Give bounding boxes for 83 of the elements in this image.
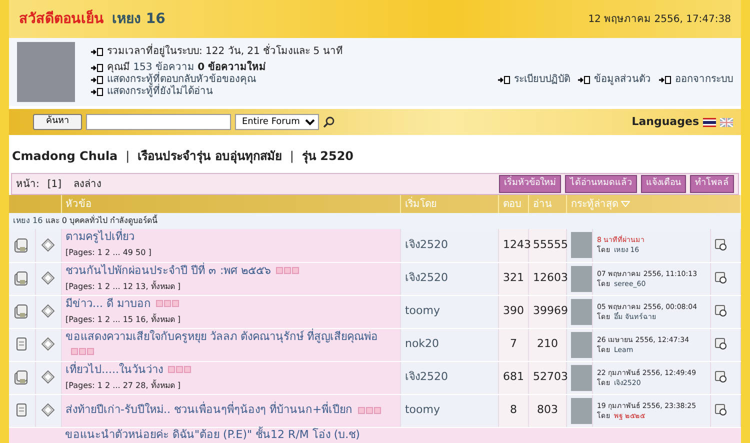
reply-count: 8 bbox=[510, 403, 517, 416]
separator-text: | bbox=[290, 148, 294, 165]
arrow-page-icon bbox=[659, 76, 671, 84]
view-count: 39969 bbox=[532, 304, 568, 318]
forum-button[interactable]: แจ้งเตือน bbox=[641, 175, 686, 193]
go-to-post-icon bbox=[714, 305, 727, 318]
arrow-page-icon bbox=[578, 76, 590, 84]
go-to-post-icon bbox=[714, 338, 727, 350]
starter-link[interactable]: toomy bbox=[404, 403, 440, 416]
photo-placeholder bbox=[17, 42, 75, 102]
tag-icon bbox=[41, 370, 55, 384]
search-button[interactable]: ค้นหา bbox=[33, 114, 82, 130]
go-to-post-icon bbox=[714, 239, 727, 252]
languages-label: Languages bbox=[632, 114, 699, 130]
arrow-page-icon bbox=[91, 64, 103, 72]
folder-stack-icon bbox=[14, 270, 30, 286]
view-count: 803 bbox=[536, 403, 558, 416]
view-count: 210 bbox=[536, 337, 558, 350]
starter-link[interactable]: nok20 bbox=[404, 337, 440, 350]
forum-button[interactable]: เริ่มหัวข้อใหม่ bbox=[499, 175, 561, 193]
online-text: เหยง 16 และ 0 บุคคลทั่วไป กำลังดูบอร์ดนี้ bbox=[13, 216, 157, 225]
starter-link[interactable]: เจิง2520 bbox=[404, 238, 448, 251]
forum-button[interactable]: ได้อ่านหมดแล้ว bbox=[565, 175, 637, 193]
search-field[interactable] bbox=[86, 114, 231, 130]
view-count: 12603 bbox=[532, 271, 568, 284]
menu-link[interactable]: ออกจากระบบ bbox=[675, 74, 733, 86]
flag-icon bbox=[720, 118, 733, 126]
arrow-page-icon bbox=[91, 48, 103, 56]
bottom-link[interactable]: ลงล่าง bbox=[74, 176, 102, 192]
messages-text: คุณมี 153 ข้อความ 0 ข้อความใหม่ bbox=[107, 62, 266, 73]
reply-count: 390 bbox=[502, 304, 524, 318]
arrow-page-icon bbox=[91, 88, 103, 96]
scope-dropdown[interactable]: Entire Forum bbox=[235, 114, 319, 130]
tag-icon bbox=[41, 304, 55, 318]
reply-count: 321 bbox=[502, 271, 524, 284]
view-count: 55555 bbox=[532, 238, 568, 251]
topic-link[interactable]: มีข่าว... ดี มาบอก bbox=[66, 296, 151, 310]
menu-link[interactable]: ระเบียบปฏิบัติ bbox=[514, 74, 570, 86]
starter-link[interactable]: toomy bbox=[404, 304, 440, 318]
starter-link[interactable]: เจิง2520 bbox=[404, 370, 448, 384]
tag-icon bbox=[41, 337, 55, 352]
folder-stack-icon bbox=[14, 370, 30, 385]
profile-link[interactable]: แสดงกระทู้ที่ตอบกลับหัวข้อของคุณ bbox=[107, 74, 256, 86]
pages-text: [Pages: 1 2 ... 12 13, ทั้งหมด ] bbox=[66, 282, 180, 290]
breadcrumb-link[interactable]: รุ่น 2520 bbox=[302, 147, 354, 165]
page-label: หน้า: bbox=[16, 178, 40, 192]
reply-count: 7 bbox=[510, 337, 517, 350]
tag-icon bbox=[41, 271, 55, 286]
go-to-post-icon bbox=[714, 272, 727, 284]
breadcrumb-link[interactable]: Cmadong Chula bbox=[12, 147, 118, 165]
go-to-post-icon bbox=[714, 404, 727, 416]
tag-icon bbox=[41, 403, 55, 418]
topic-link[interactable]: ชวนกันไปพักผ่อนประจำปี ปีที่ ๓ :พศ ๒๕๕๖ bbox=[66, 264, 272, 276]
pages-text: [Pages: 1 2 ... 27 28, ทั้งหมด ] bbox=[66, 380, 180, 390]
go-to-post-icon bbox=[714, 371, 727, 384]
greeting-text: สวัสดีตอนเย็น bbox=[19, 8, 104, 28]
reply-count: 1243 bbox=[502, 238, 531, 251]
topic-link[interactable]: ตามครูไปเที่ยว bbox=[66, 230, 134, 244]
folder-stack-icon bbox=[14, 304, 30, 319]
folder-stack-icon bbox=[14, 238, 30, 253]
breadcrumb-link[interactable]: เรือนประจำรุ่น อบอุ่นทุกสมัย bbox=[138, 147, 282, 165]
sort-icon bbox=[620, 200, 630, 207]
date-time: 12 พฤษภาคม 2556, 17:47:38 bbox=[588, 12, 731, 26]
arrow-page-icon bbox=[91, 76, 103, 84]
page-link[interactable]: [1] bbox=[47, 176, 62, 192]
forum-button[interactable]: ทำโพลล์ bbox=[690, 175, 734, 193]
page-icon bbox=[14, 402, 30, 418]
topic-link[interactable]: เที่ยวไป.....ในวันว่าง bbox=[66, 362, 163, 376]
view-count: 52703 bbox=[532, 370, 568, 384]
menu-link[interactable]: ข้อมูลส่วนตัว bbox=[594, 74, 651, 86]
arrow-page-icon bbox=[498, 76, 510, 84]
separator-text: | bbox=[126, 148, 130, 165]
flag-icon bbox=[703, 118, 716, 126]
page-icon bbox=[14, 336, 30, 352]
reply-count: 681 bbox=[502, 370, 524, 384]
pages-text: [Pages: 1 2 ... 49 50 ] bbox=[66, 248, 152, 258]
pages-text: [Pages: 1 2 ... 15 16, ทั้งหมด ] bbox=[66, 314, 180, 324]
search-icon bbox=[323, 116, 335, 128]
profile-link[interactable]: แสดงกระทู้ที่ยังไม่ได้อ่าน bbox=[107, 86, 213, 98]
online-time-text: รวมเวลาที่อยู่ในระบบ: 122 วัน, 21 ชั่วโมงและ 5 นาที bbox=[107, 46, 343, 58]
user-name: เหยง 16 bbox=[112, 10, 166, 28]
tag-icon bbox=[41, 238, 55, 252]
starter-link[interactable]: เจิง2520 bbox=[404, 271, 448, 284]
